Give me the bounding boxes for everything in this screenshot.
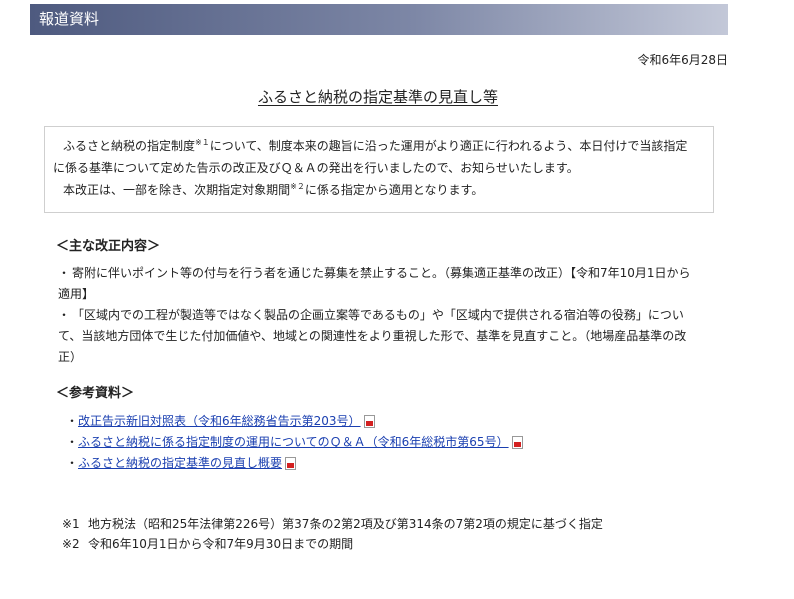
pdf-icon[interactable] <box>285 457 297 470</box>
reference-item: ・ ふるさと納税に係る指定制度の運用についてのＱ＆Ａ（令和6年総税市第65号） <box>66 432 523 453</box>
release-date: 令和6年6月28日 <box>637 53 728 67</box>
bullet-mark: ・ <box>66 435 79 449</box>
footnote-number: ※2 <box>62 537 80 551</box>
reference-item: ・ ふるさと納税の指定基準の見直し概要 <box>66 453 523 474</box>
footnote-2: ※2 令和6年10月1日から令和7年9月30日までの期間 <box>62 535 353 552</box>
footnote-text: 令和6年10月1日から令和7年9月30日までの期間 <box>88 537 354 551</box>
change-item-1: ・寄附に伴いポイント等の付与を行う者を通じた募集を禁止すること。（募集適正基準の… <box>58 263 698 305</box>
bullet-mark: ・ <box>66 456 79 470</box>
intro-text: ふるさと納税の指定制度 <box>63 139 196 153</box>
page-title: ふるさと納税の指定基準の見直し等 <box>257 88 498 106</box>
reference-link-old-new-table[interactable]: 改正告示新旧対照表（令和6年総務省告示第203号） <box>78 411 361 432</box>
reference-item: ・ 改正告示新旧対照表（令和6年総務省告示第203号） <box>66 411 523 432</box>
intro-text: に係る指定から適用となります。 <box>304 183 484 197</box>
bullet-mark: ・ <box>66 414 79 428</box>
footnote-ref-1: ※１ <box>195 138 210 147</box>
change-item-2: ・「区域内での工程が製造等ではなく製品の企画立案等であるもの」や「区域内で提供さ… <box>58 305 698 368</box>
change-item-line: 適用】 <box>58 287 95 301</box>
reference-link-overview[interactable]: ふるさと納税の指定基準の見直し概要 <box>78 453 282 474</box>
main-changes-heading: ＜主な改正内容＞ <box>56 239 161 254</box>
intro-box: ふるさと納税の指定制度※１について、制度本来の趣旨に沿った運用がより適正に行われ… <box>44 126 714 213</box>
intro-text: について、制度本来の趣旨に沿った運用がより適正に行われるよう、本日付けで当該指定 <box>209 139 688 153</box>
intro-text: 本改正は、一部を除き、次期指定対象期間 <box>63 183 291 197</box>
references-heading: ＜参考資料＞ <box>56 386 135 401</box>
pdf-icon[interactable] <box>363 415 375 428</box>
change-item-line: 正） <box>58 350 83 364</box>
change-item-line: て、当該地方団体で生じた付加価値や、地域との関連性をより重視した形で、基準を見直… <box>58 329 687 343</box>
intro-paragraph-2: 本改正は、一部を除き、次期指定対象期間※２に係る指定から適用となります。 <box>53 179 705 201</box>
pdf-icon[interactable] <box>511 436 523 449</box>
bullet-mark: ・ <box>58 308 71 322</box>
bullet-mark: ・ <box>58 266 71 280</box>
references-list: ・ 改正告示新旧対照表（令和6年総務省告示第203号） ・ ふるさと納税に係る指… <box>66 411 523 474</box>
intro-paragraph-1: ふるさと納税の指定制度※１について、制度本来の趣旨に沿った運用がより適正に行われ… <box>53 135 705 157</box>
change-item-line: ・「区域内での工程が製造等ではなく製品の企画立案等であるもの」や「区域内で提供さ… <box>58 305 698 326</box>
footnote-number: ※1 <box>62 517 80 531</box>
header-bar: 報道資料 <box>30 4 728 35</box>
header-title: 報道資料 <box>39 10 100 28</box>
footnote-ref-2: ※２ <box>290 182 305 191</box>
footnote-text: 地方税法（昭和25年法律第226号）第37条の2第2項及び第314条の7第2項の… <box>88 517 603 531</box>
change-item-text: 寄附に伴いポイント等の付与を行う者を通じた募集を禁止すること。（募集適正基準の改… <box>72 266 691 280</box>
change-item-line: ・寄附に伴いポイント等の付与を行う者を通じた募集を禁止すること。（募集適正基準の… <box>58 263 698 284</box>
intro-paragraph-1-line-2: に係る基準について定めた告示の改正及びＱ＆Ａの発出を行いましたので、お知らせいた… <box>53 161 579 175</box>
reference-link-qa[interactable]: ふるさと納税に係る指定制度の運用についてのＱ＆Ａ（令和6年総税市第65号） <box>78 432 509 453</box>
footnote-1: ※1 地方税法（昭和25年法律第226号）第37条の2第2項及び第314条の7第2… <box>62 515 603 532</box>
change-item-text: 「区域内での工程が製造等ではなく製品の企画立案等であるもの」や「区域内で提供され… <box>72 308 684 322</box>
